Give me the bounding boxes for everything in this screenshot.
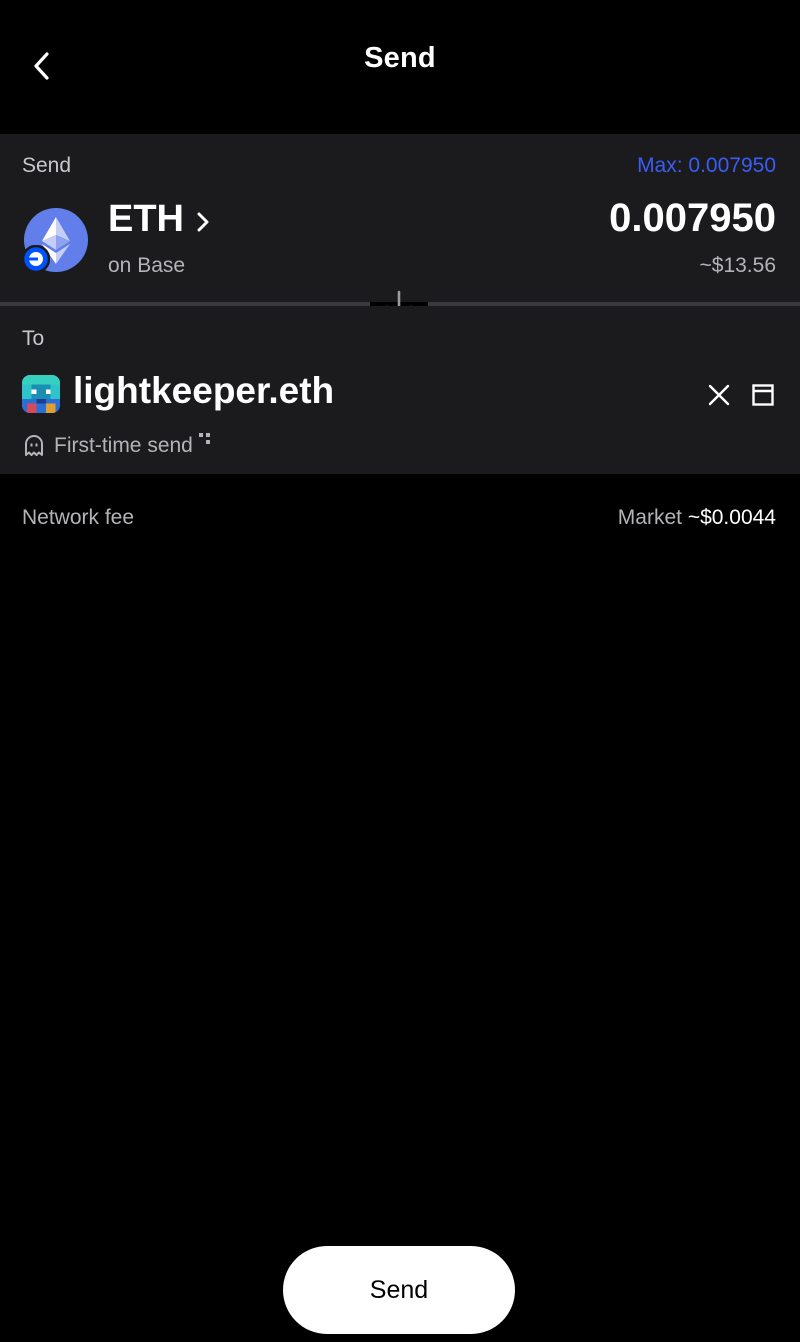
first-time-send-label: First-time send bbox=[54, 434, 193, 457]
send-button[interactable]: Send bbox=[283, 1246, 515, 1334]
pixel-avatar-icon bbox=[22, 375, 60, 413]
recipient-address[interactable]: lightkeeper.eth bbox=[73, 370, 334, 412]
chevron-right-icon bbox=[196, 211, 210, 233]
fee-amount: ~$0.0044 bbox=[687, 506, 776, 529]
ghost-icon bbox=[25, 435, 43, 456]
network-fee-selector[interactable]: Market ~$0.0044 bbox=[618, 506, 776, 530]
info-dots-icon bbox=[198, 433, 211, 445]
recipient-card: To lightkeeper.eth First-time send bbox=[0, 306, 800, 474]
network-fee-label: Network fee bbox=[22, 506, 135, 529]
first-time-send-notice: First-time send bbox=[22, 433, 211, 458]
token-symbol: ETH bbox=[108, 198, 184, 240]
send-label: Send bbox=[22, 154, 72, 177]
token-network: on Base bbox=[108, 254, 186, 277]
save-contact-button[interactable] bbox=[748, 380, 778, 410]
max-amount-button[interactable]: Max: 0.007950 bbox=[637, 154, 776, 178]
close-icon bbox=[708, 384, 730, 406]
send-card: Send Max: 0.007950 ETH on Base 0.007950 … bbox=[0, 134, 800, 302]
base-network-icon bbox=[22, 245, 50, 273]
fee-speed: Market bbox=[617, 506, 682, 529]
header: Send bbox=[0, 0, 800, 134]
amount-usd-value: ~$13.56 bbox=[699, 254, 777, 277]
amount-input[interactable]: 0.007950 bbox=[609, 196, 776, 241]
clear-recipient-button[interactable] bbox=[704, 380, 734, 410]
save-contact-icon bbox=[752, 384, 774, 406]
page-title: Send bbox=[364, 42, 436, 74]
to-label: To bbox=[22, 327, 45, 350]
token-selector[interactable]: ETH bbox=[108, 198, 210, 241]
